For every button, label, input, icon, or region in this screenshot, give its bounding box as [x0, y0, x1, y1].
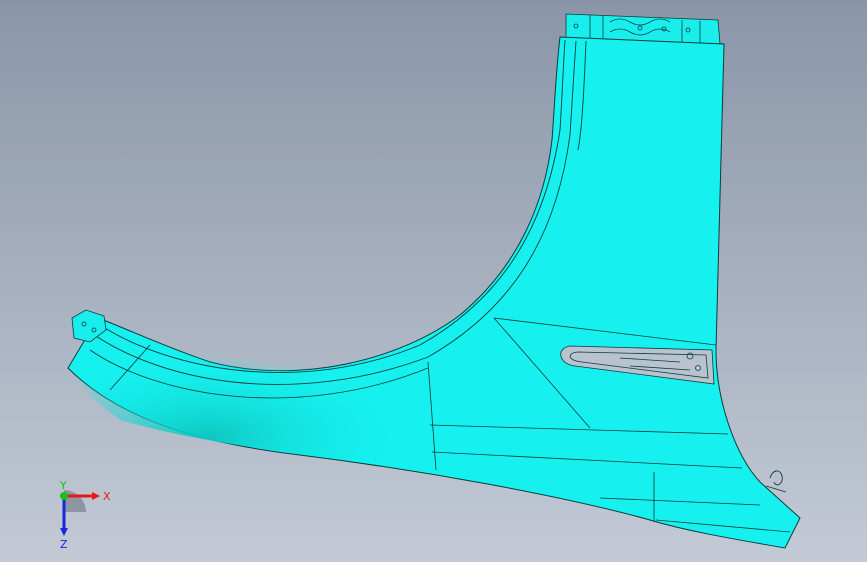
x-axis-label: X	[103, 490, 111, 503]
axis-triad: X Y Z	[44, 478, 124, 551]
rear-hook	[765, 470, 787, 493]
fender-model[interactable]	[0, 0, 867, 562]
z-axis-arrow	[60, 528, 68, 536]
z-axis-label: Z	[60, 538, 68, 550]
y-axis-dot	[60, 492, 68, 500]
fender-shade	[68, 318, 436, 470]
triad-disc	[64, 490, 86, 512]
x-axis-arrow	[92, 492, 100, 500]
y-axis-label: Y	[59, 479, 67, 492]
3d-viewport[interactable]: X Y Z	[0, 0, 867, 562]
fender-body	[67, 36, 801, 549]
